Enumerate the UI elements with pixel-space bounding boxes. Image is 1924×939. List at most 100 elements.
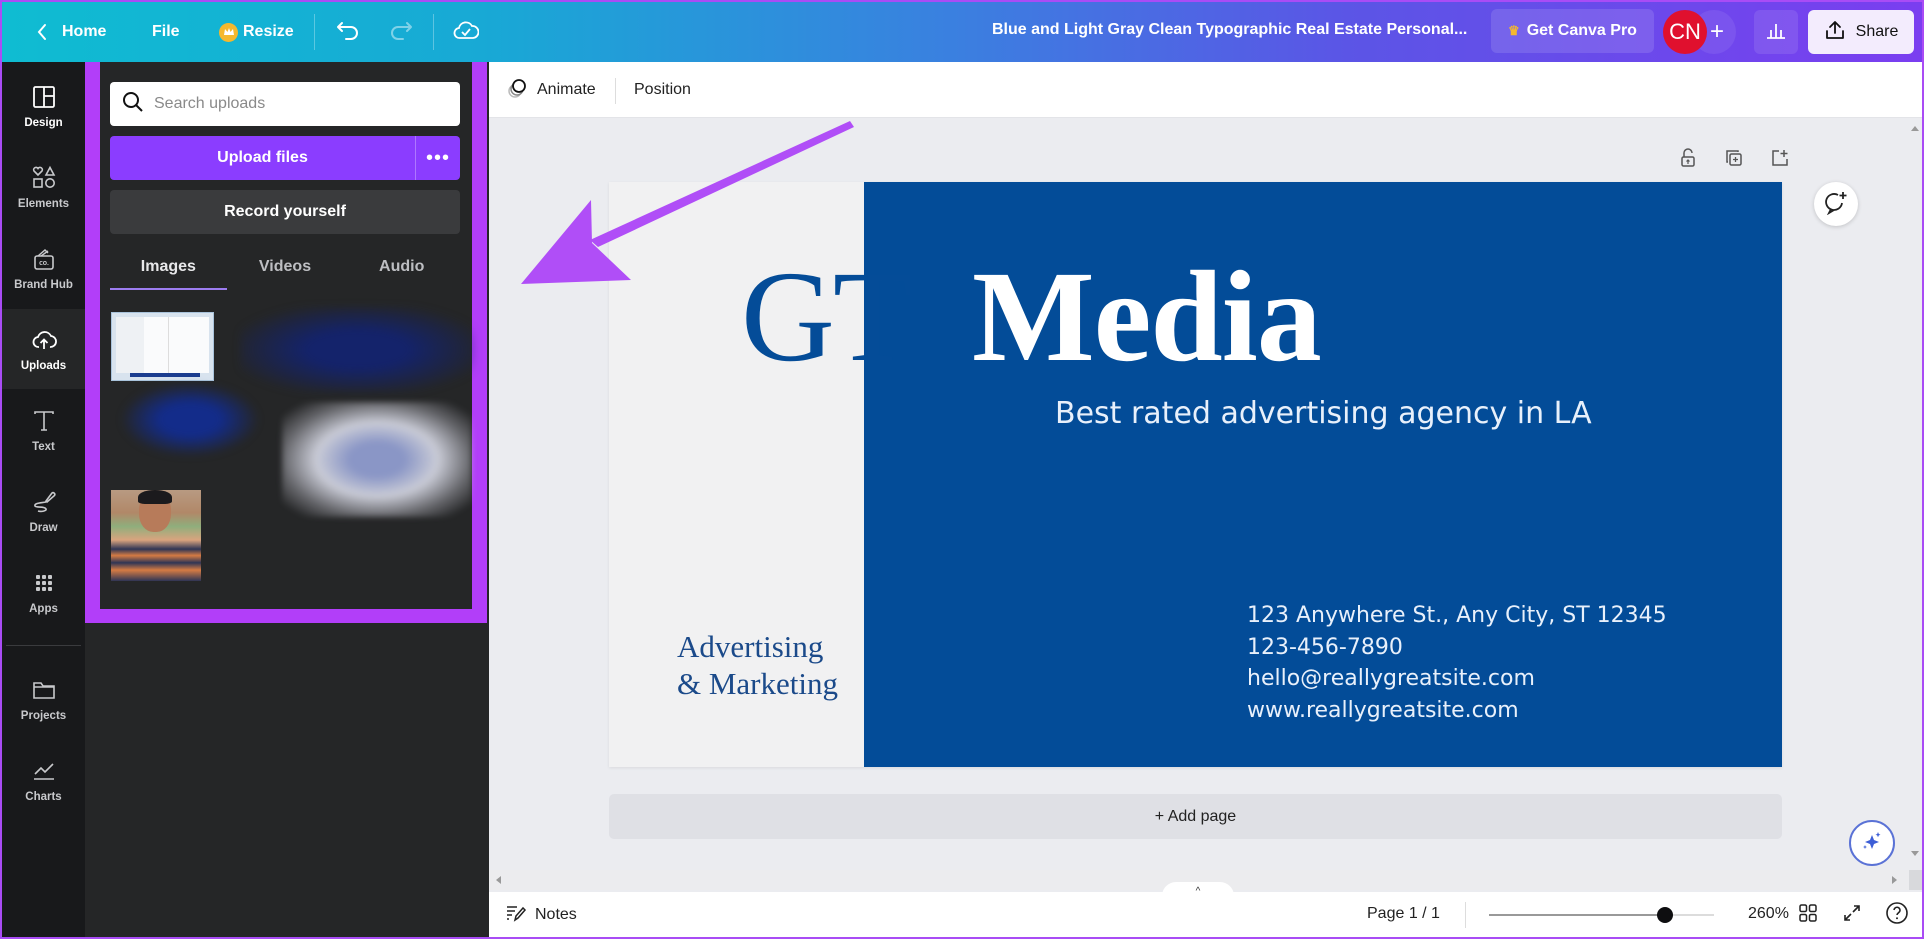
magic-assistant-button[interactable] <box>1849 820 1895 866</box>
page-indicator[interactable]: Page 1 / 1 <box>1367 905 1440 923</box>
scroll-right-icon[interactable] <box>1892 876 1897 884</box>
scroll-down-icon[interactable] <box>1911 851 1919 856</box>
search-uploads-input[interactable] <box>154 95 444 113</box>
left-nav-rail: Design Elements CO. Brand Hub Uploads Te… <box>2 62 85 937</box>
rail-item-draw[interactable]: Draw <box>2 471 85 551</box>
design-page[interactable]: GT Media Best rated advertising agency i… <box>609 182 1782 767</box>
duplicate-icon <box>1724 148 1744 173</box>
get-canva-pro-button[interactable]: ♛ Get Canva Pro <box>1491 9 1654 53</box>
scroll-left-icon[interactable] <box>496 876 501 884</box>
undo-button[interactable] <box>332 16 364 48</box>
uploads-panel: Upload files ••• Record yourself Images … <box>85 62 489 937</box>
home-button[interactable]: Home <box>26 12 116 52</box>
insights-button[interactable] <box>1754 10 1798 54</box>
save-status-button[interactable] <box>450 16 482 48</box>
duplicate-page-button[interactable] <box>1722 148 1746 172</box>
folder-icon <box>31 677 57 706</box>
user-avatar[interactable]: CN <box>1663 10 1707 54</box>
add-comment-button[interactable] <box>1814 182 1858 226</box>
rail-divider <box>6 645 81 646</box>
add-page-label: + Add page <box>1154 807 1237 825</box>
lock-page-button[interactable] <box>1676 147 1700 173</box>
tab-videos[interactable]: Videos <box>227 250 344 290</box>
email-text: hello@reallygreatsite.com <box>1247 666 1535 691</box>
rail-item-text[interactable]: Text <box>2 390 85 470</box>
contact-block[interactable]: 123 Anywhere St., Any City, ST 12345 123… <box>1247 600 1667 726</box>
brand-kit-icon: CO. <box>31 246 57 275</box>
upload-files-button[interactable]: Upload files <box>110 136 415 180</box>
animate-button[interactable]: Animate <box>503 74 600 106</box>
tab-audio[interactable]: Audio <box>343 250 460 290</box>
tagline-text[interactable]: Best rated advertising agency in LA <box>1055 396 1592 431</box>
context-toolbar: Animate Position <box>489 62 1922 118</box>
crown-icon: ♛ <box>1508 23 1520 38</box>
rail-label: Projects <box>20 709 67 722</box>
toolbar-divider <box>433 14 434 50</box>
fullscreen-button[interactable] <box>1839 902 1865 928</box>
layout-icon <box>31 84 57 113</box>
add-page-icon-button[interactable] <box>1768 148 1792 172</box>
rail-item-projects[interactable]: Projects <box>2 659 85 739</box>
phone-text: 123-456-7890 <box>1247 634 1403 660</box>
rail-item-charts[interactable]: Charts <box>2 740 85 820</box>
zoom-level[interactable]: 260% <box>1748 905 1789 923</box>
rail-label: Design <box>24 116 63 129</box>
upload-more-options-button[interactable]: ••• <box>415 136 460 180</box>
help-button[interactable] <box>1884 901 1910 930</box>
bar-chart-icon <box>1765 20 1787 45</box>
address-text: 123 Anywhere St., Any City, ST 12345 <box>1247 603 1667 628</box>
scroll-up-icon[interactable] <box>1911 126 1919 131</box>
rail-label: Draw <box>29 521 58 534</box>
upload-thumbnail-screenshot[interactable] <box>111 312 214 381</box>
brand-text-media[interactable]: Media <box>972 252 1322 382</box>
bottom-status-bar: Notes Page 1 / 1 260% <box>489 892 1922 937</box>
expand-icon <box>1842 903 1862 928</box>
position-button[interactable]: Position <box>630 74 695 106</box>
notes-button[interactable]: Notes <box>505 902 577 928</box>
brand-text-gt[interactable]: GT <box>741 252 912 382</box>
grid-view-button[interactable] <box>1795 902 1821 928</box>
share-button[interactable]: Share <box>1808 10 1914 54</box>
upload-thumbnail-blurred[interactable] <box>282 402 472 517</box>
comment-add-icon <box>1823 189 1849 220</box>
undo-icon <box>336 20 360 45</box>
rail-label: Uploads <box>20 359 67 372</box>
redo-button[interactable] <box>385 16 417 48</box>
file-menu-button[interactable]: File <box>142 12 190 52</box>
website-text: www.reallygreatsite.com <box>1247 697 1519 723</box>
status-divider <box>1465 902 1466 928</box>
rail-label: Text <box>32 440 55 453</box>
subtitle-text[interactable]: Advertising & Marketing <box>677 628 838 702</box>
notes-label: Notes <box>535 906 577 923</box>
upload-thumbnail-blurred[interactable] <box>240 307 475 392</box>
uploads-panel-content: Upload files ••• Record yourself Images … <box>100 62 475 609</box>
page-toolbar <box>1676 147 1792 173</box>
rail-label: Brand Hub <box>14 278 73 291</box>
unlock-icon <box>1679 147 1697 173</box>
avatar-initials: CN <box>1669 19 1701 44</box>
add-page-button[interactable]: + Add page <box>609 794 1782 839</box>
rail-item-design[interactable]: Design <box>2 66 85 146</box>
rail-item-elements[interactable]: Elements <box>2 147 85 227</box>
help-icon <box>1885 901 1909 930</box>
redo-icon <box>389 20 413 45</box>
toolbar-divider <box>314 14 315 50</box>
search-uploads-field[interactable] <box>110 82 460 126</box>
resize-button[interactable]: Resize <box>209 12 304 52</box>
rail-item-brand-hub[interactable]: CO. Brand Hub <box>2 228 85 308</box>
record-yourself-button[interactable]: Record yourself <box>110 190 460 234</box>
zoom-slider[interactable] <box>1489 907 1714 923</box>
vertical-scrollbar[interactable] <box>1909 118 1922 870</box>
upload-thumbnail-blurred[interactable] <box>120 382 260 457</box>
document-title[interactable]: Blue and Light Gray Clean Typographic Re… <box>992 21 1467 39</box>
get-pro-label: Get Canva Pro <box>1526 22 1637 39</box>
upload-thumbnail-portrait[interactable] <box>111 490 201 581</box>
line-chart-icon <box>31 758 57 787</box>
zoom-slider-handle[interactable] <box>1656 907 1673 923</box>
canva-editor-window: Home File Resize Blue and Light Gray Cle… <box>2 2 1922 937</box>
rail-item-apps[interactable]: Apps <box>2 552 85 632</box>
thumbnail-taskbar <box>130 373 200 377</box>
rail-item-uploads[interactable]: Uploads <box>2 309 85 389</box>
tab-images[interactable]: Images <box>110 250 227 290</box>
cloud-upload-icon <box>31 327 57 356</box>
